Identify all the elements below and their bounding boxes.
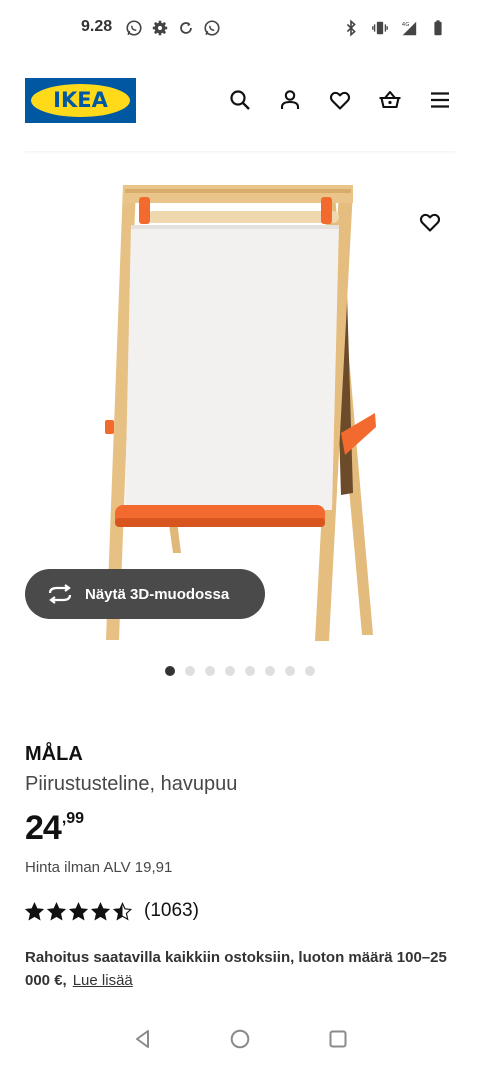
account-icon	[280, 90, 300, 109]
carousel-dot[interactable]	[184, 666, 195, 676]
search-button[interactable]	[226, 86, 254, 114]
back-button[interactable]	[128, 1024, 158, 1054]
ikea-logo[interactable]: IKEA	[25, 78, 136, 123]
product-description: Piirustusteline, havupuu	[25, 773, 238, 795]
price-integer: 24	[25, 809, 62, 847]
rating-stars	[25, 901, 132, 921]
recents-button[interactable]	[323, 1024, 353, 1054]
back-icon	[136, 1030, 149, 1048]
star-full-icon	[47, 901, 66, 920]
star-full-icon	[25, 901, 44, 920]
vibrate-icon	[370, 18, 390, 38]
battery-icon	[428, 18, 448, 38]
rating[interactable]: (1063)	[25, 900, 199, 922]
price-ex-vat: Hinta ilman ALV 19,91	[25, 859, 173, 876]
signal-4g-icon: 4G	[399, 18, 419, 38]
review-count: (1063)	[144, 900, 199, 921]
logo-text: IKEA	[53, 88, 108, 112]
status-system-icons: 4G	[341, 18, 448, 38]
view-3d-label: Näytä 3D-muodossa	[85, 585, 230, 603]
basket-button[interactable]	[376, 86, 404, 114]
favourites-button[interactable]	[326, 86, 354, 114]
search-icon	[230, 90, 250, 110]
carousel-dot[interactable]	[164, 666, 175, 676]
star-half-icon	[113, 901, 132, 920]
home-button[interactable]	[225, 1024, 255, 1054]
home-icon	[230, 1029, 250, 1049]
basket-icon	[379, 90, 401, 109]
heart-icon	[419, 213, 441, 232]
carousel-dot[interactable]	[204, 666, 215, 676]
whatsapp-icon	[202, 18, 222, 38]
read-more-link[interactable]: Lue lisää	[73, 972, 133, 989]
status-notification-icons	[124, 18, 222, 38]
header-divider	[25, 151, 455, 155]
system-nav-bar	[0, 1010, 480, 1067]
carousel-dots	[0, 666, 480, 676]
carousel-dot[interactable]	[224, 666, 235, 676]
whatsapp-icon	[124, 18, 144, 38]
account-button[interactable]	[276, 86, 304, 114]
carousel-dot[interactable]	[244, 666, 255, 676]
header: IKEA	[0, 70, 480, 132]
view-3d-button[interactable]: Näytä 3D-muodossa	[25, 569, 265, 619]
carousel-dot[interactable]	[304, 666, 315, 676]
sync-icon	[176, 18, 196, 38]
menu-icon	[431, 92, 449, 108]
carousel-dot[interactable]	[264, 666, 275, 676]
price-decimal: ,99	[61, 810, 85, 827]
recents-icon	[329, 1030, 347, 1048]
product-name: MÅLA	[25, 743, 83, 765]
financing-info: Rahoitus saatavilla kaikkiin ostoksiin, …	[25, 946, 460, 992]
svg-text:4G: 4G	[402, 22, 410, 28]
heart-icon	[329, 91, 351, 110]
status-time: 9.28	[81, 18, 113, 35]
menu-button[interactable]	[426, 86, 454, 114]
star-full-icon	[91, 901, 110, 920]
bluetooth-icon	[341, 18, 361, 38]
carousel-dot[interactable]	[284, 666, 295, 676]
rotate-3d-icon	[48, 584, 72, 604]
status-bar: 9.28 4G	[0, 0, 480, 58]
header-actions	[226, 86, 454, 114]
product-price: 24,99	[25, 809, 84, 848]
gear-icon	[150, 18, 170, 38]
star-full-icon	[69, 901, 88, 920]
add-to-wishlist-button[interactable]	[414, 206, 446, 238]
